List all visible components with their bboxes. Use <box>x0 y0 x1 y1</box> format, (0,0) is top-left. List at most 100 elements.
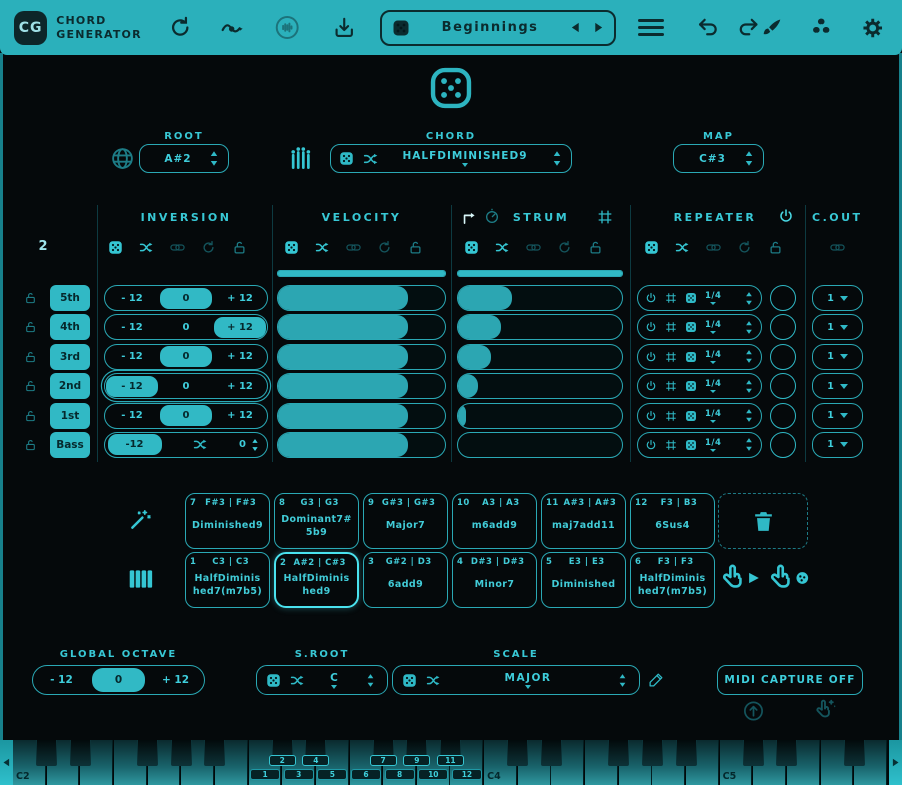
row-lock-icon[interactable] <box>24 409 37 423</box>
scale-value[interactable]: MAJOR <box>505 672 552 684</box>
black-key[interactable] <box>541 740 562 766</box>
inversion-link-icon[interactable] <box>170 240 185 255</box>
settings-gear-icon[interactable] <box>861 16 884 40</box>
sroot-spinner-icon[interactable] <box>363 673 378 688</box>
strum-master-bar[interactable] <box>457 270 623 277</box>
black-key[interactable] <box>844 740 865 766</box>
repeater-control[interactable]: 1/4 <box>637 432 762 458</box>
repeater-control[interactable]: 1/4 <box>637 403 762 429</box>
chord-out-select[interactable]: 1 <box>812 403 863 429</box>
inversion-lock-icon[interactable] <box>232 240 247 255</box>
inversion-control[interactable]: -12 0 <box>104 432 268 458</box>
inversion-option[interactable]: - 12 <box>106 346 158 367</box>
repeater-spinner-icon[interactable] <box>744 437 754 452</box>
inversion-option[interactable]: + 12 <box>214 405 266 426</box>
map-spinner-icon[interactable] <box>743 150 755 167</box>
inversion-option[interactable]: - 12 <box>106 288 158 309</box>
preset-selector[interactable]: Beginnings <box>380 10 615 46</box>
black-key[interactable] <box>608 740 629 766</box>
repeater-control[interactable]: 1/4 <box>637 373 762 399</box>
note-degree-button[interactable]: 3rd <box>50 344 90 370</box>
strum-bar[interactable] <box>457 285 623 311</box>
strum-quantize-icon[interactable] <box>597 209 613 225</box>
bezier-morph-icon[interactable] <box>218 16 247 40</box>
repeater-lock-icon[interactable] <box>768 240 783 255</box>
repeater-row-power-icon[interactable] <box>645 321 657 333</box>
strum-bar[interactable] <box>457 403 623 429</box>
strum-link-icon[interactable] <box>526 240 541 255</box>
bass-minus-button[interactable]: -12 <box>108 434 162 455</box>
repeater-knob[interactable] <box>770 373 796 399</box>
repeater-reset-icon[interactable] <box>737 240 752 255</box>
map-selector[interactable]: C#3 <box>673 144 764 173</box>
chord-dice-icon[interactable] <box>339 151 354 166</box>
repeater-knob[interactable] <box>770 344 796 370</box>
velocity-bar[interactable] <box>277 373 446 399</box>
row-lock-icon[interactable] <box>24 320 37 334</box>
velocity-dice-icon[interactable] <box>284 240 299 255</box>
repeater-row-dice-icon[interactable] <box>685 321 697 333</box>
chord-shuffle-icon[interactable] <box>363 151 379 167</box>
repeater-rate[interactable]: 1/4 <box>705 320 721 334</box>
inversion-option[interactable]: - 12 <box>106 405 158 426</box>
inversion-option[interactable]: + 12 <box>214 288 266 309</box>
cout-link-icon[interactable] <box>830 240 845 255</box>
note-degree-button[interactable]: 4th <box>50 314 90 340</box>
sroot-dice-icon[interactable] <box>266 673 281 688</box>
root-value[interactable]: A#2 <box>148 153 208 165</box>
chord-slot[interactable]: 2A#2 | C#3HalfDiminished9 <box>274 552 359 608</box>
reset-icon[interactable] <box>168 15 192 40</box>
bass-octave-value[interactable]: 0 <box>239 438 260 452</box>
repeater-row-quantize-icon[interactable] <box>665 410 677 422</box>
repeater-spinner-icon[interactable] <box>744 408 754 423</box>
repeater-spinner-icon[interactable] <box>744 291 754 306</box>
preset-name[interactable]: Beginnings <box>410 20 569 35</box>
row-lock-icon[interactable] <box>24 379 37 393</box>
inversion-option[interactable]: 0 <box>160 288 212 309</box>
repeater-link-icon[interactable] <box>706 240 721 255</box>
menu-button[interactable] <box>638 19 664 36</box>
black-key[interactable] <box>70 740 91 766</box>
redo-icon[interactable] <box>736 15 760 40</box>
inversion-control[interactable]: - 120+ 12 <box>104 344 268 370</box>
velocity-lock-icon[interactable] <box>408 240 423 255</box>
black-key[interactable] <box>171 740 192 766</box>
repeater-row-dice-icon[interactable] <box>685 410 697 422</box>
repeater-row-power-icon[interactable] <box>645 380 657 392</box>
map-value[interactable]: C#3 <box>682 153 743 165</box>
petals-icon[interactable] <box>810 16 832 39</box>
repeater-row-quantize-icon[interactable] <box>665 321 677 333</box>
repeater-knob[interactable] <box>770 314 796 340</box>
repeater-knob[interactable] <box>770 285 796 311</box>
inversion-option[interactable]: + 12 <box>214 376 266 397</box>
chord-out-select[interactable]: 1 <box>812 314 863 340</box>
randomize-all-dice-button[interactable] <box>429 66 473 110</box>
scale-spinner-icon[interactable] <box>615 673 630 688</box>
chord-slot[interactable]: 7F#3 | F#3Diminished9 <box>185 493 270 549</box>
midi-capture-button[interactable]: MIDI CAPTURE OFF <box>717 665 863 695</box>
inversion-shuffle-icon[interactable] <box>139 240 154 255</box>
global-octave-option[interactable]: + 12 <box>149 668 202 692</box>
root-selector[interactable]: A#2 <box>139 144 229 173</box>
repeater-row-power-icon[interactable] <box>645 351 657 363</box>
row-lock-icon[interactable] <box>24 350 37 364</box>
repeater-row-quantize-icon[interactable] <box>665 351 677 363</box>
velocity-bar[interactable] <box>277 344 446 370</box>
row-lock-icon[interactable] <box>24 291 37 305</box>
scale-selector[interactable]: MAJOR <box>392 665 640 695</box>
inversion-option[interactable]: - 12 <box>106 317 158 338</box>
velocity-bar[interactable] <box>277 285 446 311</box>
repeater-row-dice-icon[interactable] <box>685 292 697 304</box>
repeater-row-power-icon[interactable] <box>645 410 657 422</box>
inversion-option[interactable]: 0 <box>160 346 212 367</box>
repeater-rate[interactable]: 1/4 <box>705 350 721 364</box>
bass-spinner-icon[interactable] <box>250 438 260 452</box>
chord-spinner-icon[interactable] <box>551 150 563 167</box>
repeater-control[interactable]: 1/4 <box>637 285 762 311</box>
inversion-option[interactable]: - 12 <box>106 376 158 397</box>
trash-dropzone[interactable] <box>718 493 808 549</box>
repeater-row-dice-icon[interactable] <box>685 380 697 392</box>
black-key[interactable] <box>642 740 663 766</box>
repeater-spinner-icon[interactable] <box>744 320 754 335</box>
chord-slot[interactable]: 8G3 | G3Dominant7#5b9 <box>274 493 359 549</box>
